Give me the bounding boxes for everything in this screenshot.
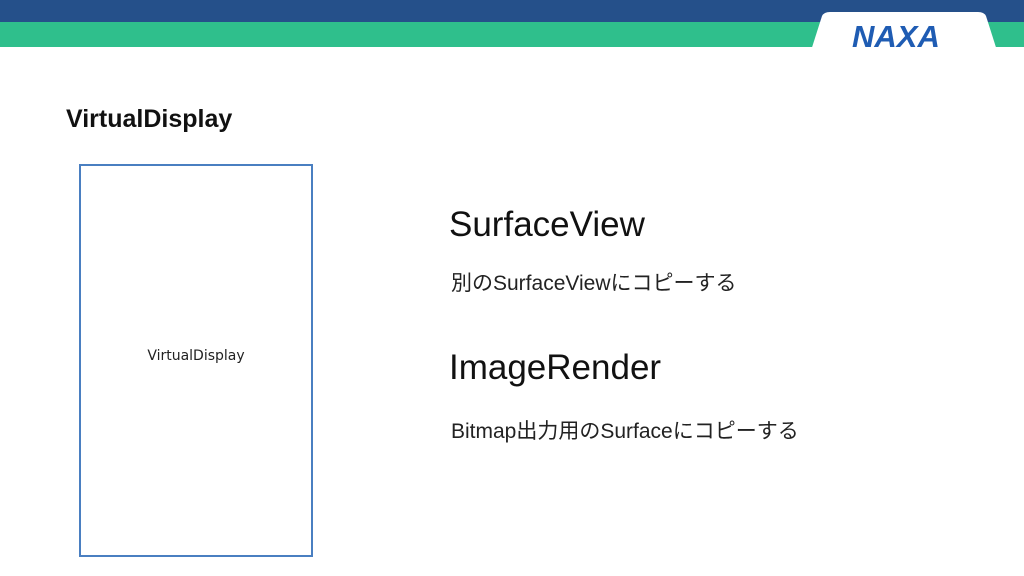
- virtual-display-box: VirtualDisplay: [79, 164, 313, 557]
- slide-title: VirtualDisplay: [66, 105, 233, 133]
- surfaceview-description: 別のSurfaceViewにコピーする: [451, 272, 737, 295]
- virtual-display-box-label: VirtualDisplay: [147, 348, 245, 364]
- imagerender-heading: ImageRender: [449, 348, 662, 387]
- surfaceview-heading: SurfaceView: [449, 205, 645, 244]
- naxa-logo: NAXA: [852, 19, 940, 54]
- imagerender-description: Bitmap出力用のSurfaceにコピーする: [451, 420, 799, 443]
